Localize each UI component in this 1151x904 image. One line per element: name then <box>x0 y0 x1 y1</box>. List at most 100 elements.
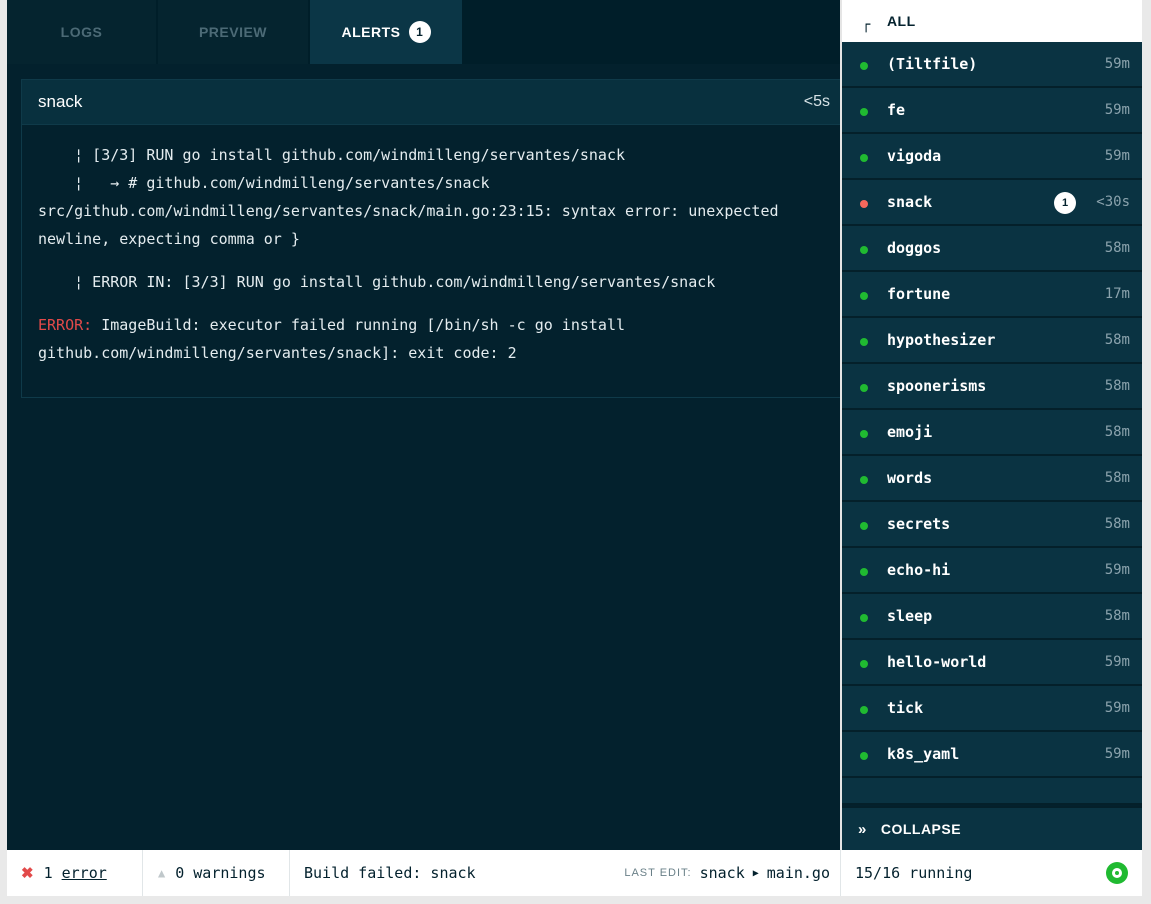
warning-triangle-icon: ▲ <box>158 866 166 880</box>
sidebar-item-hypothesizer[interactable]: hypothesizer 58m <box>842 318 1142 364</box>
log-line: ¦ ERROR IN: [3/3] RUN go install github.… <box>38 273 716 291</box>
resource-name: emoji <box>887 423 933 441</box>
running-count: 15/16 running <box>855 864 973 882</box>
status-dot-icon <box>860 154 868 162</box>
resource-time: 59m <box>1104 56 1130 72</box>
resource-time: 58m <box>1104 608 1130 624</box>
sidebar-item-fe[interactable]: fe 59m <box>842 88 1142 134</box>
sidebar-all-label: ALL <box>886 13 916 29</box>
double-chevron-icon: » <box>858 820 867 838</box>
log-line: ¦ [3/3] RUN go install github.com/windmi… <box>38 146 625 164</box>
resource-name: fortune <box>887 285 951 303</box>
resource-time: 59m <box>1104 700 1130 716</box>
tab-alerts[interactable]: ALERTS 1 <box>310 0 462 64</box>
log-line-error: ERROR: ImageBuild: executor failed runni… <box>38 311 840 339</box>
resource-name: (Tiltfile) <box>887 55 978 73</box>
tab-preview[interactable]: PREVIEW <box>158 0 308 64</box>
alert-time: <5s <box>803 93 830 110</box>
sidebar-item-echo-hi[interactable]: echo-hi 59m <box>842 548 1142 594</box>
alert-card-header: snack <5s <box>22 80 840 125</box>
status-dot-icon <box>860 430 868 438</box>
sidebar-item-tick[interactable]: tick 59m <box>842 686 1142 732</box>
log-line: github.com/windmilleng/servantes/snack]:… <box>38 344 517 362</box>
resource-time: 58m <box>1104 332 1130 348</box>
sidebar-spacer <box>842 778 1142 805</box>
sidebar-item-doggos[interactable]: doggos 58m <box>842 226 1142 272</box>
status-dot-icon <box>860 752 868 760</box>
alert-log: ¦ [3/3] RUN go install github.com/windmi… <box>22 125 840 367</box>
resource-sidebar: ┌ ALL (Tiltfile) 59m fe 59m vigoda 59m snack 1 <… <box>840 0 1142 850</box>
log-line: newline, expecting comma or } <box>38 230 300 248</box>
arrow-right-icon: ▶ <box>752 867 759 879</box>
sidebar-item-fortune[interactable]: fortune 17m <box>842 272 1142 318</box>
sidebar-item-vigoda[interactable]: vigoda 59m <box>842 134 1142 180</box>
sidebar-item-words[interactable]: words 58m <box>842 456 1142 502</box>
resource-name: doggos <box>887 239 942 257</box>
tab-alerts-label: ALERTS <box>341 24 401 40</box>
sidebar-item-spoonerisms[interactable]: spoonerisms 58m <box>842 364 1142 410</box>
resource-name: secrets <box>887 515 951 533</box>
error-count: 1 <box>43 864 53 882</box>
resource-time: 58m <box>1104 424 1130 440</box>
build-status: Build failed: snack LAST EDIT: snack ▶ m… <box>290 850 840 896</box>
sidebar-item-all[interactable]: ┌ ALL <box>842 0 1142 42</box>
error-message: ImageBuild: executor failed running [/bi… <box>101 316 626 334</box>
status-dot-icon <box>860 292 868 300</box>
error-summary: ✖ 1 error <box>7 850 143 896</box>
alert-count-badge: 1 <box>1054 192 1076 214</box>
resource-name: fe <box>887 101 906 119</box>
tilt-app: LOGS PREVIEW ALERTS 1 snack <5s ¦ [3/3] … <box>7 0 1142 896</box>
sidebar-item-k8s-yaml[interactable]: k8s_yaml 59m <box>842 732 1142 778</box>
alert-card: snack <5s ¦ [3/3] RUN go install github.… <box>21 79 840 398</box>
sidebar-item-tiltfile[interactable]: (Tiltfile) 59m <box>842 42 1142 88</box>
resource-time: 58m <box>1104 516 1130 532</box>
error-link[interactable]: error <box>62 864 107 882</box>
resource-time: 59m <box>1104 148 1130 164</box>
status-dot-icon <box>860 108 868 116</box>
last-edit-label: LAST EDIT: <box>624 867 692 879</box>
status-dot-icon <box>860 384 868 392</box>
warning-summary: ▲ 0 warnings <box>143 850 290 896</box>
resource-name: vigoda <box>887 147 942 165</box>
last-edit-resource: snack <box>699 864 745 882</box>
resource-time: 58m <box>1104 240 1130 256</box>
status-dot-icon <box>860 706 868 714</box>
resource-time: 59m <box>1104 102 1130 118</box>
last-edit: LAST EDIT: snack ▶ main.go <box>624 864 830 882</box>
log-line: ¦ → # github.com/windmilleng/servantes/s… <box>38 174 490 192</box>
error-x-icon: ✖ <box>21 865 34 882</box>
sidebar-item-emoji[interactable]: emoji 58m <box>842 410 1142 456</box>
resource-time: 17m <box>1104 286 1130 302</box>
tilt-logo-icon <box>1106 862 1128 884</box>
resource-name: hypothesizer <box>887 331 996 349</box>
status-dot-icon <box>860 200 868 208</box>
status-dot-icon <box>860 62 868 70</box>
resource-name: k8s_yaml <box>887 745 960 763</box>
resource-time: 58m <box>1104 378 1130 394</box>
status-dot-icon <box>860 614 868 622</box>
sidebar-item-snack[interactable]: snack 1 <30s <box>842 180 1142 226</box>
collapse-button[interactable]: » COLLAPSE <box>842 806 1142 850</box>
resource-list: (Tiltfile) 59m fe 59m vigoda 59m snack 1 <30s dog… <box>842 42 1142 778</box>
tab-preview-label: PREVIEW <box>198 24 268 40</box>
log-line: src/github.com/windmilleng/servantes/sna… <box>38 202 779 220</box>
build-status-text: Build failed: snack <box>304 864 476 882</box>
status-dot-icon <box>860 476 868 484</box>
running-summary: 15/16 running <box>840 850 1142 896</box>
tab-logs[interactable]: LOGS <box>7 0 156 64</box>
resource-name: spoonerisms <box>887 377 987 395</box>
sidebar-item-secrets[interactable]: secrets 58m <box>842 502 1142 548</box>
status-dot-icon <box>860 660 868 668</box>
alert-resource-name: snack <box>38 92 83 111</box>
sidebar-item-sleep[interactable]: sleep 58m <box>842 594 1142 640</box>
resource-name: hello-world <box>887 653 987 671</box>
resource-time: 59m <box>1104 654 1130 670</box>
status-dot-icon <box>860 568 868 576</box>
resource-name: echo-hi <box>887 561 951 579</box>
sidebar-item-hello-world[interactable]: hello-world 59m <box>842 640 1142 686</box>
all-corner-icon: ┌ <box>862 17 871 33</box>
resource-name: sleep <box>887 607 933 625</box>
resource-name: tick <box>887 699 924 717</box>
warning-count: 0 <box>175 864 185 882</box>
resource-time: <30s <box>1096 194 1130 210</box>
